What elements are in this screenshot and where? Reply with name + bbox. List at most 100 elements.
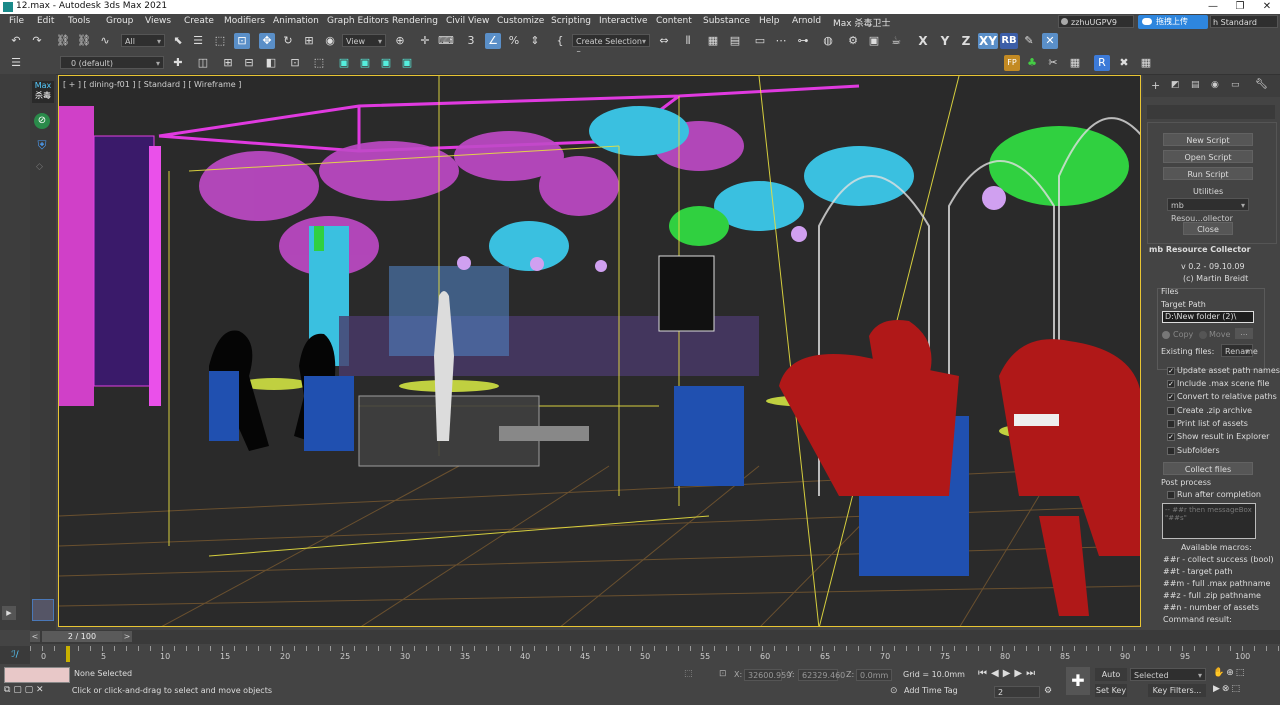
new-script-button[interactable]: New Script [1163,133,1253,146]
ribbon-tool-3-icon[interactable]: ▣ [378,55,394,71]
bind-space-warp-icon[interactable]: ∿ [97,33,113,49]
menu-substance[interactable]: Substance [703,16,750,26]
browse-button[interactable]: ... [1235,328,1253,339]
axis-xy-button[interactable]: XY [978,33,998,49]
collect-files-button[interactable]: Collect files [1163,462,1253,475]
mini-curve-editor-toggle[interactable]: ℐ/ [0,646,30,664]
lock-selection-icon[interactable]: ⊡ [719,669,727,679]
layer-explorer-icon[interactable]: ▤ [727,33,743,49]
print-assets-checkbox[interactable] [1167,420,1175,428]
add-time-tag[interactable]: Add Time Tag [904,686,958,695]
select-manipulate-icon[interactable]: ✛ [417,33,433,49]
menu-group[interactable]: Group [106,16,133,26]
forest-plugin-icon[interactable]: ♣ [1024,55,1040,71]
menu-arnold[interactable]: Arnold [792,16,821,26]
menu-max-antivirus[interactable]: Max 杀毒卫士 [833,16,890,29]
minimize-button[interactable]: — [1200,0,1226,14]
axis-z-button[interactable]: Z [958,33,974,49]
rollout-title[interactable]: mb Resource Collector [1149,245,1251,254]
menu-content[interactable]: Content [656,16,692,26]
menu-graph-editors[interactable]: Graph Editors [327,16,389,26]
utilities-dropdown[interactable]: mb Resou...ollector [1167,198,1249,223]
key-filters-button[interactable]: Key Filters... [1148,684,1206,697]
menu-tools[interactable]: Tools [68,16,90,26]
selection-filter-dropdown[interactable]: All [121,34,165,48]
select-rotate-icon[interactable]: ↻ [280,33,296,49]
layer-properties-icon[interactable]: ◫ [195,55,211,71]
axis-y-button[interactable]: Y [937,33,953,49]
menu-file[interactable]: File [9,16,24,26]
ribbon-tool-4-icon[interactable]: ▣ [399,55,415,71]
create-zip-checkbox[interactable] [1167,407,1175,415]
viewport-nav-controls[interactable]: ✋⊕⬚ [1213,668,1246,678]
reference-coordinate-dropdown[interactable]: View [342,34,386,48]
clone-icon[interactable]: ✎ [1021,33,1037,49]
isolate-icon[interactable]: ⬚ [311,55,327,71]
viewport-layout-icon[interactable] [32,599,54,621]
cloud-upload-button[interactable]: 拖拽上传 [1138,15,1208,29]
named-selection-dropdown[interactable]: Create Selection Se [572,34,650,59]
freeze-layer-icon[interactable]: ⊡ [287,55,303,71]
update-asset-paths-checkbox[interactable]: ✓ [1167,367,1175,375]
scan-icon[interactable]: ⊘ [34,113,50,129]
prev-frame-arrow[interactable]: < [30,631,40,642]
run-after-checkbox[interactable] [1167,491,1175,499]
rendered-frame-window-icon[interactable]: ▣ [866,33,882,49]
current-layer-dropdown[interactable]: 0 (default) [60,56,164,70]
current-frame-field[interactable]: 2 [994,686,1040,698]
target-path-input[interactable]: D:\New folder (2)\ [1162,311,1254,323]
link-icon[interactable]: ⛓ [55,33,71,49]
percent-snap-icon[interactable]: % [506,33,522,49]
grid-icon[interactable]: ▦ [1138,55,1154,71]
maxscript-listener-mini[interactable] [4,667,70,683]
keyboard-shortcut-override-icon[interactable]: ⌨ [438,33,454,49]
select-by-name-icon[interactable]: ☰ [190,33,206,49]
select-place-icon[interactable]: ◉ [322,33,338,49]
align-icon[interactable]: ⫴ [680,33,696,49]
toggle-ribbon-icon[interactable]: ▭ [752,33,768,49]
railclone-icon[interactable]: R [1094,55,1110,71]
modify-tab-icon[interactable]: ◩ [1171,80,1180,90]
scene-explorer-icon[interactable]: ▦ [705,33,721,49]
curve-editor-icon[interactable]: ⋯ [773,33,789,49]
menu-scripting[interactable]: Scripting [551,16,591,26]
menu-edit[interactable]: Edit [37,16,54,26]
existing-files-dropdown[interactable]: Rename [1221,344,1258,358]
viewport-label[interactable]: [ + ] [ dining-f01 ] [ Standard ] [ Wire… [63,80,241,89]
menu-create[interactable]: Create [184,16,214,26]
x-coordinate-field[interactable]: 32600.959 [744,669,791,681]
time-slider-track[interactable]: < 2 / 100 > [30,630,1280,644]
expand-left-icon[interactable]: ▶ [2,606,16,620]
snaps-toggle-icon[interactable]: 3 [463,33,479,49]
select-object-icon[interactable]: ⬉ [170,33,186,49]
convert-relative-checkbox[interactable]: ✓ [1167,393,1175,401]
add-to-layer-icon[interactable]: ⊞ [220,55,236,71]
ribbon-tool-1-icon[interactable]: ▣ [336,55,352,71]
restore-button[interactable]: ❐ [1227,0,1253,14]
create-tab-icon[interactable]: + [1151,79,1160,92]
table-icon[interactable]: ▦ [1067,55,1083,71]
render-production-icon[interactable]: ☕ [888,33,904,49]
rb-button[interactable]: RB [1000,33,1018,49]
material-editor-icon[interactable]: ◍ [820,33,836,49]
set-key-button[interactable]: Set Key [1095,684,1127,697]
viewport-orbit-controls[interactable]: ▶⊗⬚ [1213,684,1242,694]
menu-modifiers[interactable]: Modifiers [224,16,265,26]
edit-named-selections-icon[interactable]: { } [552,33,568,63]
xform-toggle-icon[interactable]: ✕ [1042,33,1058,49]
utilities-tab-icon[interactable]: 🔧︎ [1255,79,1268,90]
unlink-icon[interactable]: ⛓ [76,33,92,49]
time-config-icon[interactable]: ⚙ [1044,686,1052,696]
move-radio[interactable] [1199,331,1207,339]
redo-icon[interactable]: ↷ [29,33,45,49]
menu-interactive[interactable]: Interactive [599,16,647,26]
schematic-view-icon[interactable]: ⊶ [795,33,811,49]
workspace-dropdown[interactable]: h Standard [1210,15,1278,28]
undo-icon[interactable]: ↶ [8,33,24,49]
post-script-textarea[interactable]: -- ##r then messageBox "##s" [1162,503,1256,539]
include-max-file-checkbox[interactable]: ✓ [1167,380,1175,388]
open-script-button[interactable]: Open Script [1163,150,1253,163]
hierarchy-tab-icon[interactable]: ▤ [1191,80,1200,90]
playback-controls[interactable]: ⏮◀▶▶⏭ [978,668,1039,679]
display-tab-icon[interactable]: ▭ [1231,80,1240,90]
